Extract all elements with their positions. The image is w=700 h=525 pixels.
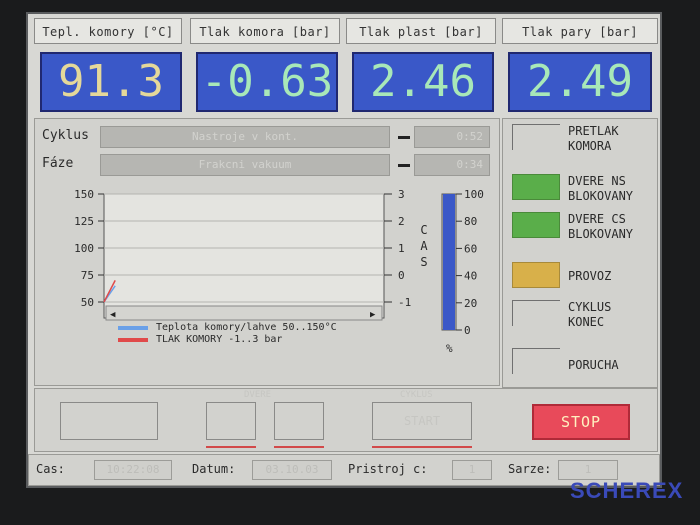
cycle-label: Cyklus xyxy=(42,128,89,143)
batch-label: Sarze: xyxy=(508,462,552,476)
chart-scrollbar xyxy=(105,305,383,321)
steam-pressure-header: Tlak pary [bar] xyxy=(502,18,658,44)
temp-value: 91.3 xyxy=(40,52,182,112)
operation-indicator xyxy=(512,262,560,288)
phase-time: 0:34 xyxy=(414,154,490,176)
date-label: Datum: xyxy=(192,462,236,476)
right-tick-label: 0 xyxy=(398,269,405,282)
legend-swatch xyxy=(118,326,148,330)
cas-bar-fill xyxy=(443,194,455,330)
scroll-left-arrow: ◀ xyxy=(110,310,116,320)
cycle-end-label: CYKLUS KONEC xyxy=(568,300,612,329)
left-tick-label: 150 xyxy=(74,188,94,201)
legend-label: TLAK KOMORY -1..3 bar xyxy=(156,334,282,345)
door-cs-button[interactable] xyxy=(274,402,324,440)
left-tick-label: 100 xyxy=(74,242,94,255)
door-ns-button[interactable] xyxy=(206,402,256,440)
device-label: Pristroj c: xyxy=(348,462,428,476)
cas-letter: C xyxy=(420,223,427,237)
phase-field: Frakcni vakuum xyxy=(100,154,390,176)
door-ns-indicator xyxy=(512,174,560,200)
door-cs-indicator xyxy=(512,212,560,238)
plastic-pressure-header: Tlak plast [bar] xyxy=(346,18,496,44)
trend-chart: 150 3 125 2 100 1 75 0 50 -1 ◀ ▶ CAS 100 80 60 40 20 0% Tep… xyxy=(74,188,484,355)
door-cs-underline xyxy=(274,446,324,448)
steam-pressure-value: 2.49 xyxy=(508,52,652,112)
date-field: 03.10.03 xyxy=(252,460,332,480)
cycle-field: Nastroje v kont. xyxy=(100,126,390,148)
left-tick-label: 125 xyxy=(74,215,94,228)
blank-button[interactable] xyxy=(60,402,158,440)
bar-tick-label: 40 xyxy=(464,270,477,283)
chamber-pressure-value: -0.63 xyxy=(196,52,338,112)
bar-tick-label: 100 xyxy=(464,188,484,201)
right-tick-label: -1 xyxy=(398,296,411,309)
bar-tick-label: 80 xyxy=(464,215,477,228)
bar-tick-label: 60 xyxy=(464,242,477,255)
doors-caption: DVERE xyxy=(244,390,272,400)
left-tick-label: 50 xyxy=(81,296,94,309)
chamber-pressure-header: Tlak komora [bar] xyxy=(190,18,340,44)
scherex-logo: SCHEREX xyxy=(570,478,684,503)
right-tick-label: 1 xyxy=(398,242,405,255)
batch-field: 1 xyxy=(558,460,618,480)
door-cs-label: DVERE CS BLOKOVANY xyxy=(568,212,634,241)
time-field: 10:22:08 xyxy=(94,460,172,480)
cycle-caption: CYKLUS xyxy=(400,390,433,400)
temp-header: Tepl. komory [°C] xyxy=(34,18,182,44)
cycle-dash xyxy=(398,136,410,139)
right-tick-label: 2 xyxy=(398,215,405,228)
start-button[interactable]: START xyxy=(372,402,472,440)
cas-letter: S xyxy=(420,255,427,269)
bar-tick-label: 0 xyxy=(464,324,471,337)
left-tick-label: 75 xyxy=(81,269,94,282)
plastic-pressure-value: 2.46 xyxy=(352,52,494,112)
legend-swatch xyxy=(118,338,148,342)
start-underline xyxy=(372,446,472,448)
fault-indicator xyxy=(512,348,560,374)
cycle-time: 0:52 xyxy=(414,126,490,148)
percent-label: % xyxy=(446,342,453,355)
stop-button[interactable]: STOP xyxy=(532,404,630,440)
time-label: Cas: xyxy=(36,462,65,476)
legend-label: Teplota komory/lahve 50..150°C xyxy=(156,322,337,333)
right-tick-label: 3 xyxy=(398,188,405,201)
operation-label: PROVOZ xyxy=(568,269,612,283)
chart-plot-area xyxy=(103,193,385,319)
overpressure-indicator xyxy=(512,124,560,150)
scroll-right-arrow: ▶ xyxy=(370,310,376,320)
overpressure-label: PRETLAK KOMORA xyxy=(568,124,619,153)
cycle-end-indicator xyxy=(512,300,560,326)
phase-dash xyxy=(398,164,410,167)
bar-tick-label: 20 xyxy=(464,297,477,310)
device-field: 1 xyxy=(452,460,492,480)
fault-label: PORUCHA xyxy=(568,358,619,372)
door-ns-label: DVERE NS BLOKOVANY xyxy=(568,174,634,203)
phase-label: Fáze xyxy=(42,156,74,171)
cas-letter: A xyxy=(420,239,428,253)
door-ns-underline xyxy=(206,446,256,448)
hmi-screen: Tepl. komory [°C] Tlak komora [bar] Tlak… xyxy=(26,12,662,488)
